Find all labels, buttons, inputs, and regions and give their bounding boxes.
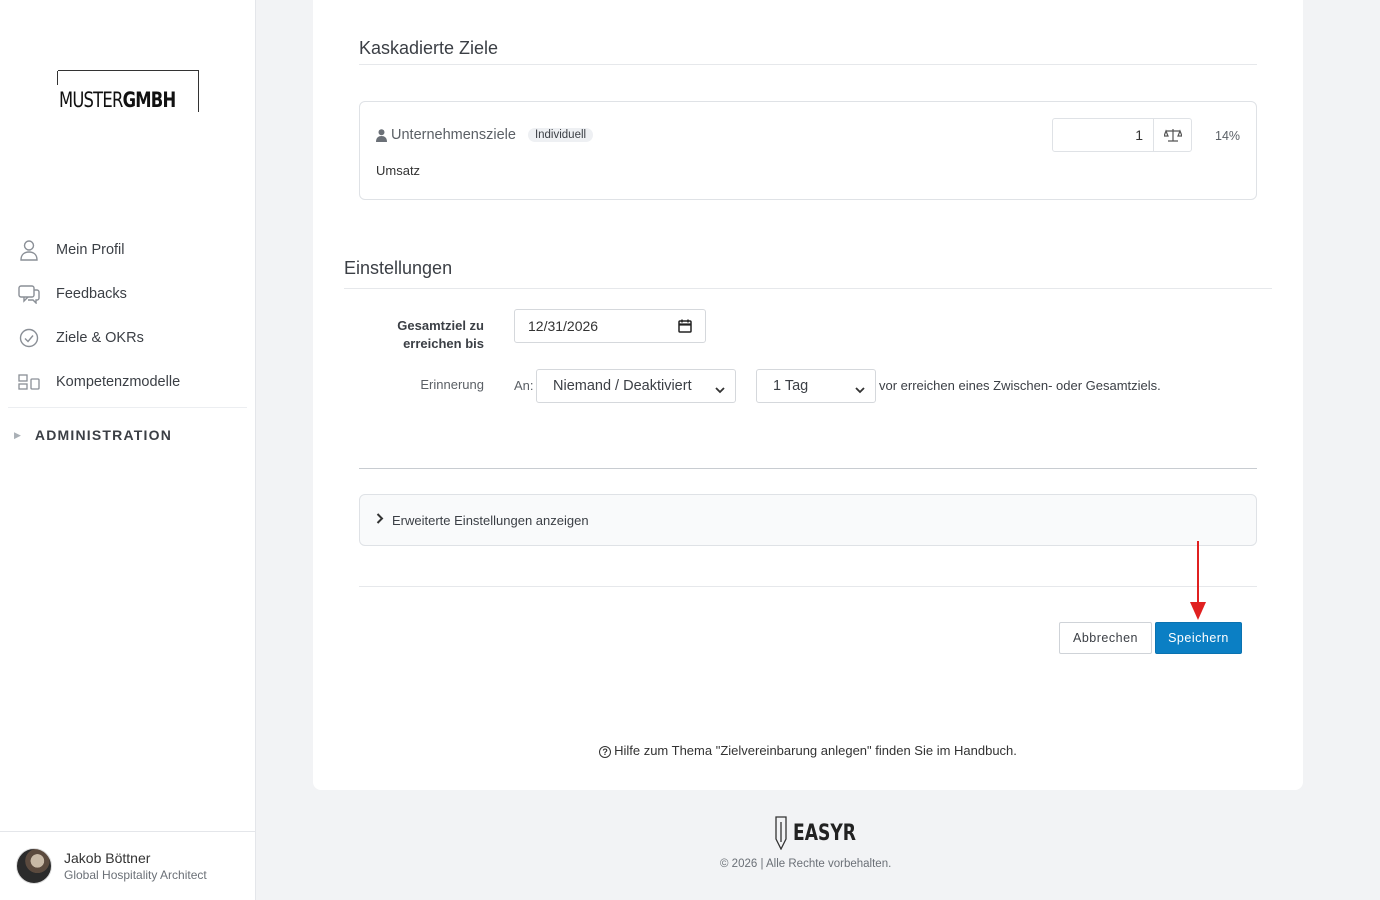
- reminder-description: vor erreichen eines Zwischen- oder Gesam…: [879, 378, 1161, 393]
- weight-input[interactable]: [1053, 119, 1153, 151]
- advanced-settings-label: Erweiterte Einstellungen anzeigen: [392, 512, 589, 528]
- divider: [344, 288, 1272, 289]
- recipient-select[interactable]: Niemand / Deaktiviert: [536, 369, 736, 403]
- user-role: Global Hospitality Architect: [64, 868, 207, 882]
- logo-text-bold: GMBH: [122, 88, 177, 112]
- goal-name-link[interactable]: Unternehmensziele: [391, 127, 516, 143]
- target-date-label-line2: erreichen bis: [403, 336, 484, 351]
- help-text-content[interactable]: Hilfe zum Thema "Zielvereinbarung anlege…: [614, 743, 1017, 758]
- sidebar-item-ziele-okrs[interactable]: Ziele & OKRs: [0, 316, 255, 360]
- target-date-label: Gesamtziel zu erreichen bis: [344, 317, 484, 353]
- main-card: Kaskadierte Ziele Unternehmensziele Indi…: [313, 0, 1303, 790]
- goal-subtitle: Umsatz: [376, 163, 421, 178]
- interval-selected-value: 1 Tag: [773, 378, 809, 394]
- chevron-down-icon: [855, 382, 865, 398]
- sidebar-item-kompetenzmodelle[interactable]: Kompetenzmodelle: [0, 360, 255, 404]
- sidebar-item-label: Mein Profil: [56, 242, 125, 258]
- weight-percent: 14%: [1215, 129, 1241, 143]
- target-date-label-line1: Gesamtziel zu: [397, 318, 484, 333]
- sidebar-item-label: Kompetenzmodelle: [56, 374, 181, 390]
- sidebar-item-administration[interactable]: ▶ ADMINISTRATION: [0, 408, 255, 462]
- target-date-value: 12/31/2026: [528, 318, 599, 334]
- copyright-text: © 2026 | Alle Rechte vorbehalten.: [720, 858, 892, 870]
- company-logo[interactable]: MUSTERGMBH: [57, 70, 199, 112]
- goal-header: Unternehmensziele Individuell: [376, 127, 594, 143]
- advanced-settings-toggle[interactable]: Erweiterte Einstellungen anzeigen: [359, 494, 1257, 546]
- goal-type-badge: Individuell: [527, 128, 594, 142]
- logo-text-light: MUSTER: [59, 88, 123, 112]
- cascaded-goal-card: Unternehmensziele Individuell Umsatz 14%: [359, 101, 1257, 200]
- sidebar-item-label: Feedbacks: [56, 286, 127, 302]
- admin-label: ADMINISTRATION: [34, 427, 173, 443]
- main-nav: Mein Profil Feedbacks Ziele & OKRs Kompe…: [0, 228, 255, 462]
- user-name: Jakob Böttner: [64, 850, 151, 866]
- balance-scale-icon[interactable]: [1153, 119, 1191, 151]
- interval-select[interactable]: 1 Tag: [756, 369, 876, 403]
- sidebar-item-mein-profil[interactable]: Mein Profil: [0, 228, 255, 272]
- caret-right-icon: ▶: [14, 429, 21, 440]
- sidebar: MUSTERGMBH Mein Profil Feedbacks Ziele &…: [0, 0, 256, 900]
- footer-logo-text: EASYR: [793, 820, 857, 846]
- target-date-input[interactable]: 12/31/2026: [514, 309, 706, 343]
- divider: [359, 468, 1257, 469]
- recipient-selected-value: Niemand / Deaktiviert: [553, 378, 692, 394]
- settings-title: Einstellungen: [344, 258, 453, 278]
- help-text: ? Hilfe zum Thema "Zielvereinbarung anleg…: [313, 743, 1303, 758]
- check-circle-icon: [18, 327, 40, 349]
- cascaded-goals-title: Kaskadierte Ziele: [359, 38, 499, 58]
- save-button[interactable]: Speichern: [1155, 622, 1242, 654]
- cancel-button[interactable]: Abbrechen: [1059, 622, 1152, 654]
- user-profile[interactable]: Jakob Böttner Global Hospitality Archite…: [0, 831, 255, 900]
- user-info: Jakob Böttner Global Hospitality Archite…: [64, 849, 207, 883]
- reminder-label: Erinnerung: [420, 377, 484, 392]
- chat-icon: [18, 283, 40, 305]
- annotation-arrow-icon: [1190, 541, 1206, 620]
- sidebar-item-feedbacks[interactable]: Feedbacks: [0, 272, 255, 316]
- footer-logo: EASYR: [772, 816, 874, 850]
- question-circle-icon: ?: [599, 746, 612, 758]
- weight-input-group: [1052, 118, 1192, 152]
- chevron-right-icon: [376, 511, 384, 529]
- divider: [359, 64, 1257, 65]
- logo-text: MUSTERGMBH: [59, 88, 177, 112]
- sidebar-item-label: Ziele & OKRs: [56, 330, 144, 346]
- divider: [359, 586, 1257, 587]
- person-icon: [376, 128, 388, 142]
- calendar-icon[interactable]: [678, 319, 692, 336]
- avatar: [16, 848, 52, 884]
- pencil-logo-icon: [775, 816, 787, 850]
- grid-icon: [18, 371, 40, 393]
- chevron-down-icon: [715, 382, 725, 398]
- recipient-label: An:: [514, 378, 534, 393]
- user-icon: [18, 239, 40, 261]
